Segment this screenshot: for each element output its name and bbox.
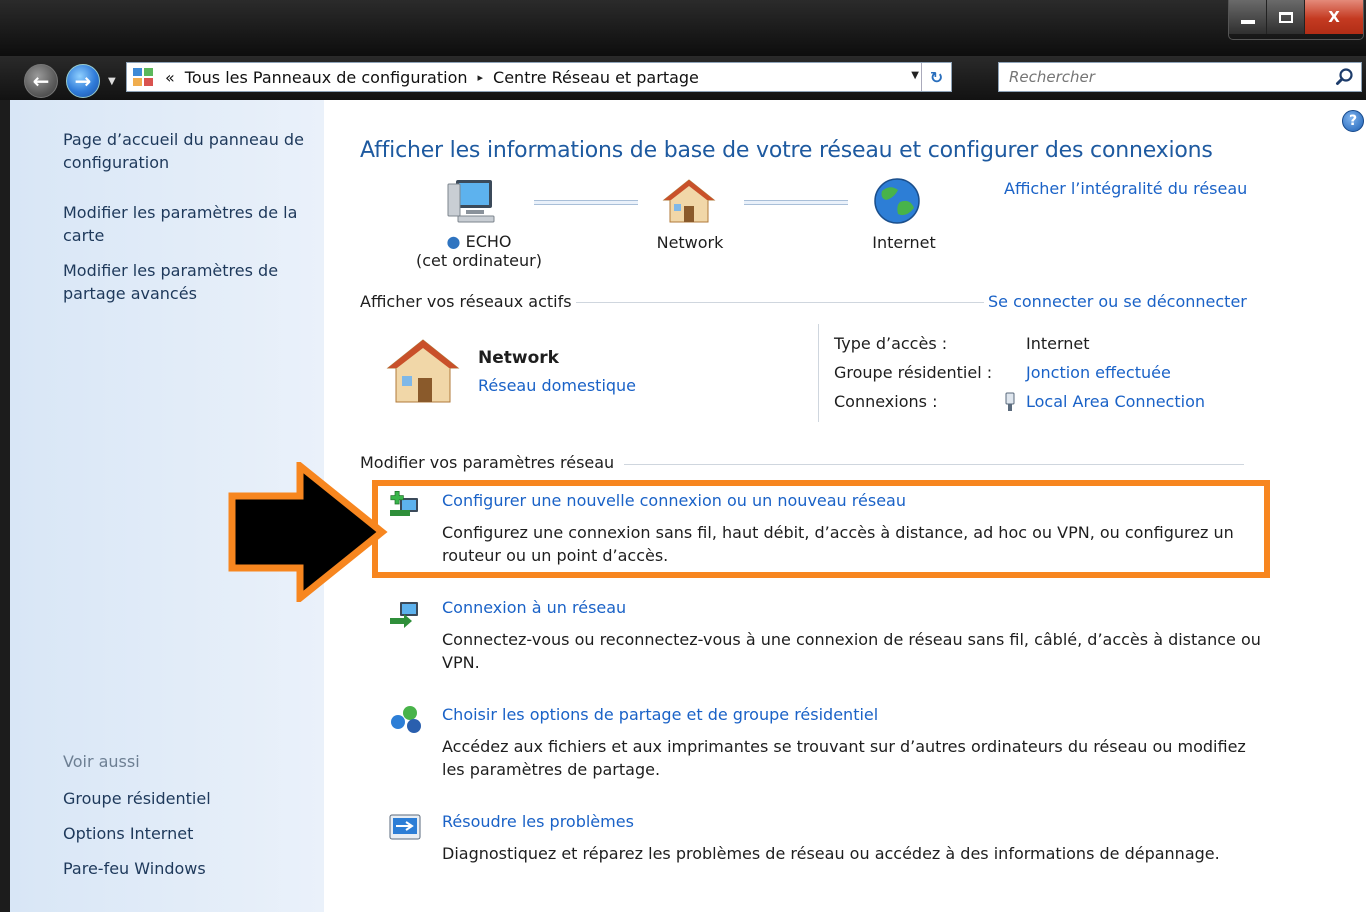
network-type-link[interactable]: Réseau domestique bbox=[478, 376, 636, 395]
homegroup-label: Groupe résidentiel : bbox=[834, 363, 993, 382]
sidebar-link-advanced-sharing[interactable]: Modifier les paramètres de partage avanc… bbox=[63, 259, 313, 305]
task-sharing-options: Choisir les options de partage et de gro… bbox=[442, 704, 1262, 781]
highlight-box bbox=[372, 480, 1270, 578]
window-controls: X bbox=[1228, 0, 1364, 40]
breadcrumb-overflow[interactable]: « bbox=[165, 68, 175, 87]
forward-button[interactable]: → bbox=[66, 64, 100, 98]
computer-icon bbox=[447, 180, 495, 223]
back-arrow-icon: ← bbox=[32, 69, 50, 93]
divider bbox=[576, 302, 984, 303]
page-title: Afficher les informations de base de vot… bbox=[360, 138, 1213, 163]
homegroup-small-icon: ● bbox=[446, 232, 461, 251]
search-input[interactable] bbox=[999, 63, 1319, 91]
active-network-name: Network bbox=[478, 348, 559, 368]
vertical-divider bbox=[818, 324, 819, 422]
homegroup-status-link[interactable]: Jonction effectuée bbox=[1026, 363, 1171, 382]
internet-globe-icon bbox=[874, 178, 920, 224]
troubleshoot-icon bbox=[389, 814, 421, 840]
local-area-connection-link[interactable]: Local Area Connection bbox=[1026, 392, 1205, 411]
close-button[interactable]: X bbox=[1305, 0, 1363, 34]
task-description: Diagnostiquez et réparez les problèmes d… bbox=[442, 844, 1220, 863]
task-description: Accédez aux fichiers et aux imprimantes … bbox=[442, 737, 1246, 779]
troubleshoot-link[interactable]: Résoudre les problèmes bbox=[442, 811, 1262, 833]
search-box bbox=[998, 62, 1362, 92]
refresh-icon: ↻ bbox=[929, 67, 944, 87]
view-full-map-link[interactable]: Afficher l’intégralité du réseau bbox=[1004, 179, 1247, 198]
breadcrumb: « Tous les Panneaux de configuration ▸ C… bbox=[165, 68, 699, 87]
active-networks-heading: Afficher vos réseaux actifs bbox=[360, 292, 572, 311]
pointer-arrow-icon bbox=[228, 462, 388, 602]
help-icon[interactable]: ? bbox=[1342, 110, 1364, 132]
map-internet-label: Internet bbox=[872, 233, 936, 252]
forward-arrow-icon: → bbox=[74, 69, 92, 93]
close-icon: X bbox=[1328, 8, 1340, 26]
address-bar[interactable]: « Tous les Panneaux de configuration ▸ C… bbox=[126, 62, 952, 92]
connect-network-link[interactable]: Connexion à un réseau bbox=[442, 597, 1262, 619]
navigation-bar: ← → ▼ « Tous les Panneaux de configurati… bbox=[0, 56, 1366, 100]
see-also-heading: Voir aussi bbox=[63, 752, 140, 771]
sidebar-link-control-panel-home[interactable]: Page d’accueil du panneau de configurati… bbox=[63, 128, 313, 174]
map-connector-line bbox=[534, 200, 638, 205]
minimize-icon bbox=[1240, 20, 1255, 24]
sidebar-link-internet-options[interactable]: Options Internet bbox=[63, 822, 313, 845]
computer-sub: (cet ordinateur) bbox=[416, 251, 542, 270]
house-icon bbox=[662, 179, 716, 223]
sidebar-link-homegroup[interactable]: Groupe résidentiel bbox=[63, 787, 313, 810]
minimize-button[interactable] bbox=[1229, 0, 1267, 34]
connect-network-icon bbox=[390, 602, 418, 628]
connect-disconnect-link[interactable]: Se connecter ou se déconnecter bbox=[988, 292, 1247, 311]
map-connector-line bbox=[744, 200, 848, 205]
breadcrumb-item-control-panel[interactable]: Tous les Panneaux de configuration bbox=[185, 68, 468, 87]
access-type-value: Internet bbox=[1026, 334, 1090, 353]
sharing-options-link[interactable]: Choisir les options de partage et de gro… bbox=[442, 704, 1262, 726]
task-description: Connectez-vous ou reconnectez-vous à une… bbox=[442, 630, 1261, 672]
breadcrumb-item-network-center[interactable]: Centre Réseau et partage bbox=[493, 68, 699, 87]
maximize-button[interactable] bbox=[1267, 0, 1305, 34]
title-bar: X bbox=[0, 0, 1366, 56]
back-button[interactable]: ← bbox=[24, 64, 58, 98]
homegroup-icon bbox=[391, 706, 421, 733]
refresh-button[interactable]: ↻ bbox=[921, 63, 951, 91]
breadcrumb-separator[interactable]: ▸ bbox=[478, 71, 484, 84]
change-settings-heading: Modifier vos paramètres réseau bbox=[360, 453, 615, 472]
ethernet-plug-icon bbox=[1005, 392, 1015, 411]
control-panel-icon bbox=[133, 67, 155, 87]
search-icon[interactable] bbox=[1335, 67, 1355, 87]
task-connect-network: Connexion à un réseau Connectez-vous ou … bbox=[442, 597, 1262, 674]
home-network-icon bbox=[386, 339, 460, 403]
divider bbox=[624, 464, 1244, 465]
history-dropdown-icon[interactable]: ▼ bbox=[108, 76, 116, 87]
sidebar-link-adapter-settings[interactable]: Modifier les paramètres de la carte bbox=[63, 201, 313, 247]
connections-label: Connexions : bbox=[834, 392, 938, 411]
sidebar-link-windows-firewall[interactable]: Pare-feu Windows bbox=[63, 857, 313, 880]
map-network-label: Network bbox=[656, 233, 724, 252]
map-computer-label: ● ECHO (cet ordinateur) bbox=[404, 232, 554, 270]
access-type-label: Type d’accès : bbox=[834, 334, 948, 353]
computer-name: ECHO bbox=[465, 232, 512, 251]
task-troubleshoot: Résoudre les problèmes Diagnostiquez et … bbox=[442, 811, 1262, 865]
maximize-icon bbox=[1278, 11, 1293, 23]
address-dropdown-icon[interactable]: ▼ bbox=[911, 70, 919, 81]
